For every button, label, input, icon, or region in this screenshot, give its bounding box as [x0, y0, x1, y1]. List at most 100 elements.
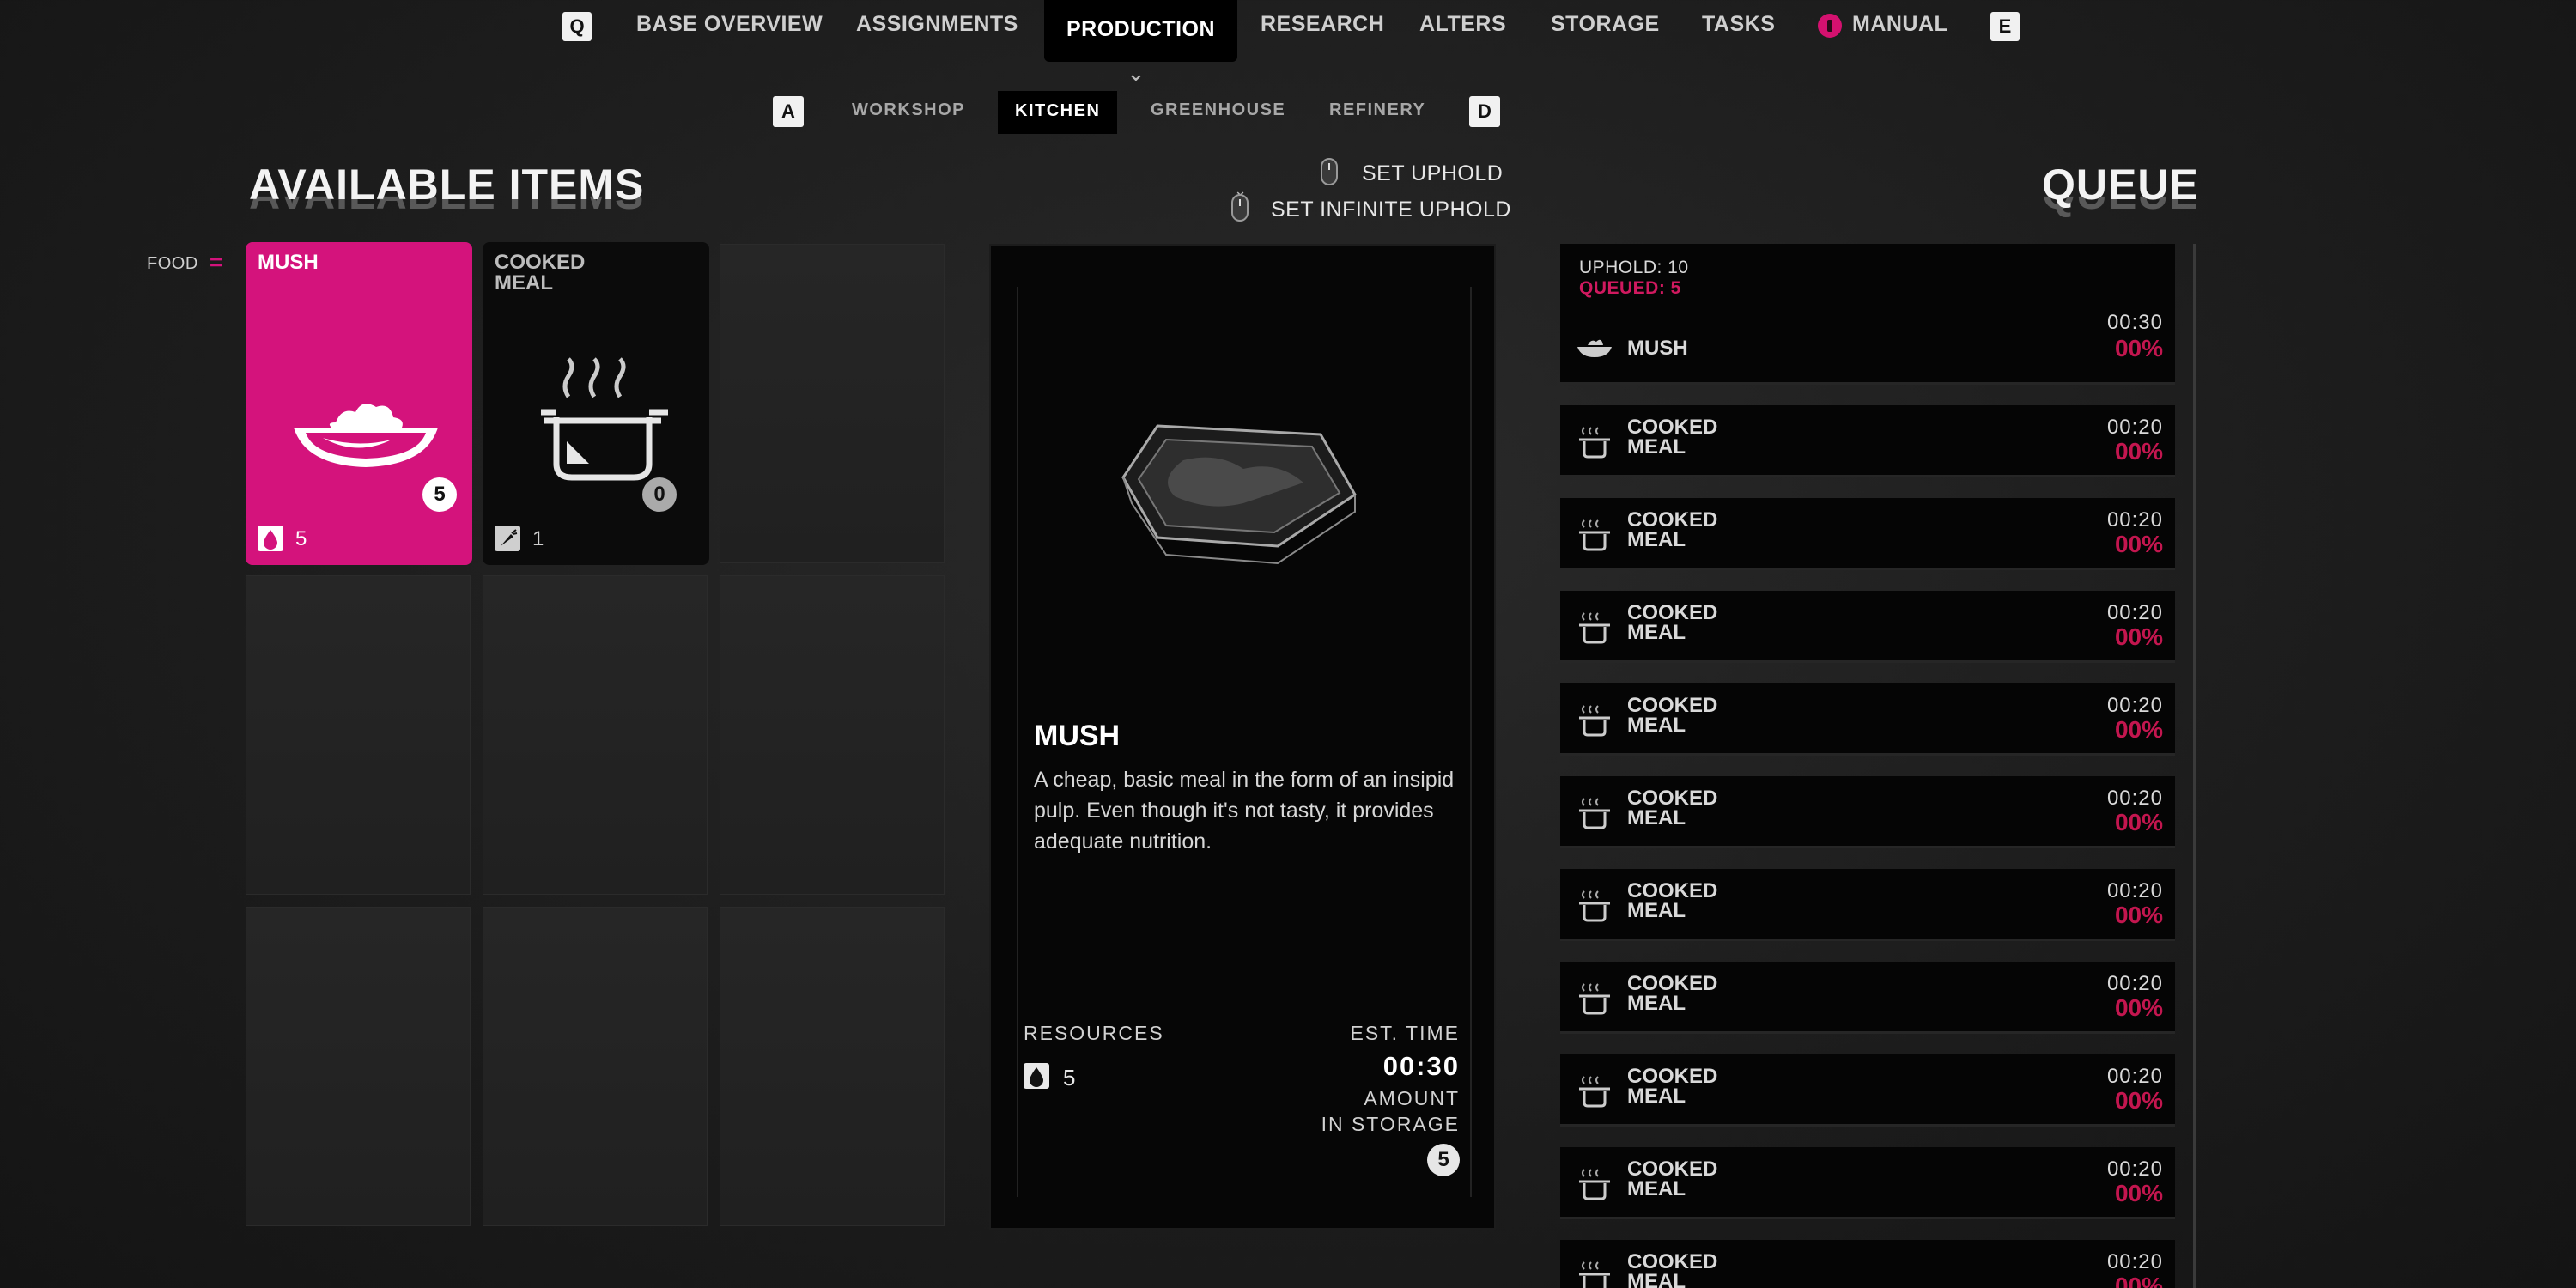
- item-name-line2: MEAL: [495, 271, 553, 295]
- empty-slot: [720, 575, 945, 895]
- set-uphold-hint[interactable]: SET UPHOLD: [1362, 161, 1503, 186]
- queue-item-name-line2: MEAL: [1627, 806, 1686, 829]
- queue-item-name: MUSH: [1627, 337, 1688, 360]
- category-label: FOOD: [147, 254, 198, 273]
- subtab-kitchen[interactable]: KITCHEN: [998, 91, 1118, 134]
- queue-item-name-line2: MEAL: [1627, 899, 1686, 922]
- queue-item-time: 00:20: [2106, 508, 2163, 532]
- queue-row-cooked-meal[interactable]: COOKED MEAL 00:20 00%: [1560, 405, 2175, 477]
- queue-item-name-line2: MEAL: [1627, 1270, 1686, 1288]
- queue-item-time: 00:30: [2106, 311, 2163, 334]
- subtab-refinery[interactable]: REFINERY: [1329, 100, 1425, 120]
- chevron-down-icon: ⌄: [1127, 60, 1145, 86]
- subtab-workshop[interactable]: WORKSHOP: [852, 100, 965, 120]
- available-items-heading: AVAILABLE ITEMS: [249, 161, 645, 209]
- in-storage-count: 0: [642, 477, 677, 512]
- queue-item-time: 00:20: [2106, 694, 2163, 717]
- detail-title: MUSH: [1034, 720, 1121, 752]
- water-drop-icon: [258, 526, 283, 551]
- empty-slot: [483, 907, 708, 1226]
- queue-item-name-line2: MEAL: [1627, 992, 1686, 1015]
- tab-base-overview[interactable]: BASE OVERVIEW: [636, 12, 823, 37]
- queue-item-progress: 00%: [2114, 438, 2163, 465]
- resource-count: 5: [295, 527, 307, 550]
- top-navigation: Q BASE OVERVIEW ASSIGNMENTS PRODUCTION R…: [0, 0, 2576, 86]
- item-card-cooked-meal[interactable]: COOKED MEAL 0 1: [483, 242, 709, 565]
- detail-resource-count: 5: [1063, 1065, 1076, 1091]
- queue-item-name-line1: COOKED: [1627, 1065, 1718, 1088]
- queue-item-name-line1: COOKED: [1627, 787, 1718, 810]
- queue-row-cooked-meal[interactable]: COOKED MEAL 00:20 00%: [1560, 591, 2175, 663]
- tab-storage[interactable]: STORAGE: [1551, 12, 1660, 37]
- queue-row-cooked-meal[interactable]: COOKED MEAL 00:20 00%: [1560, 962, 2175, 1034]
- tab-production[interactable]: PRODUCTION: [1044, 0, 1238, 62]
- category-marker: =: [210, 249, 223, 275]
- queue-item-progress: 00%: [2114, 994, 2163, 1021]
- cooking-pot-icon: [1579, 983, 1610, 1015]
- empty-slot: [720, 907, 945, 1226]
- in-storage-label: IN STORAGE: [1321, 1113, 1460, 1135]
- queue-row-mush[interactable]: UPHOLD: 10 QUEUED: 5 MUSH 00:30 00%: [1560, 244, 2175, 385]
- empty-slot: [720, 244, 945, 563]
- carrot-icon: [495, 526, 520, 551]
- queue-item-name-line2: MEAL: [1627, 1084, 1686, 1108]
- queue-item-name-line2: MEAL: [1627, 714, 1686, 737]
- queue-item-time: 00:20: [2106, 601, 2163, 624]
- tab-alters[interactable]: ALTERS: [1419, 12, 1506, 37]
- amount-label: AMOUNT: [1364, 1087, 1460, 1109]
- queue-item-time: 00:20: [2106, 1157, 2163, 1181]
- set-infinite-uphold-hint[interactable]: SET INFINITE UPHOLD: [1271, 197, 1511, 222]
- queue-item-name-line1: COOKED: [1627, 1157, 1718, 1181]
- subnav-next-key[interactable]: D: [1469, 96, 1500, 127]
- queue-row-cooked-meal[interactable]: COOKED MEAL 00:20 00%: [1560, 869, 2175, 941]
- tab-manual[interactable]: MANUAL: [1852, 12, 1947, 37]
- queue-item-progress: 00%: [2114, 902, 2163, 928]
- queue-item-time: 00:20: [2106, 972, 2163, 995]
- subnav-prev-key[interactable]: A: [773, 96, 804, 127]
- queue-item-time: 00:20: [2106, 1250, 2163, 1273]
- est-time-label: EST. TIME: [1350, 1022, 1460, 1044]
- queue-item-progress: 00%: [2114, 531, 2163, 557]
- subtab-greenhouse[interactable]: GREENHOUSE: [1151, 100, 1285, 120]
- cooking-pot-icon: [1579, 612, 1610, 644]
- queue-row-cooked-meal[interactable]: COOKED MEAL 00:20 00%: [1560, 1147, 2175, 1219]
- queue-item-time: 00:20: [2106, 416, 2163, 439]
- queue-item-name-line2: MEAL: [1627, 1177, 1686, 1200]
- mouse-hold-icon: [1231, 194, 1249, 222]
- nav-next-key[interactable]: E: [1990, 12, 2020, 41]
- queue-item-name-line1: COOKED: [1627, 601, 1718, 624]
- queue-item-progress: 00%: [2114, 623, 2163, 650]
- queue-scrollbar[interactable]: [2193, 244, 2196, 1288]
- queue-row-cooked-meal[interactable]: COOKED MEAL 00:20 00%: [1560, 1054, 2175, 1127]
- cooking-pot-icon: [1579, 890, 1610, 922]
- queue-item-name-line1: COOKED: [1627, 879, 1718, 902]
- queue-row-cooked-meal[interactable]: COOKED MEAL 00:20 00%: [1560, 683, 2175, 756]
- nav-prev-key[interactable]: Q: [562, 12, 592, 41]
- queue-item-name-line1: COOKED: [1627, 416, 1718, 439]
- item-name: MUSH: [258, 251, 319, 274]
- empty-slot: [246, 907, 471, 1226]
- queue-item-time: 00:20: [2106, 787, 2163, 810]
- tab-tasks[interactable]: TASKS: [1702, 12, 1775, 37]
- est-time-value: 00:30: [1382, 1051, 1460, 1081]
- queue-item-name-line2: MEAL: [1627, 528, 1686, 551]
- tab-assignments[interactable]: ASSIGNMENTS: [856, 12, 1018, 37]
- queue-row-cooked-meal[interactable]: COOKED MEAL 00:20 00%: [1560, 1240, 2175, 1288]
- bowl-of-mush-icon: [1577, 339, 1612, 357]
- item-name-line1: COOKED: [495, 251, 586, 274]
- cooking-pot-icon: [1579, 705, 1610, 737]
- queue-row-cooked-meal[interactable]: COOKED MEAL 00:20 00%: [1560, 776, 2175, 848]
- amount-in-storage-badge: 5: [1427, 1144, 1460, 1176]
- cooking-pot-icon: [1579, 1169, 1610, 1200]
- queue-item-name-line1: COOKED: [1627, 972, 1718, 995]
- queue-item-name-line1: COOKED: [1627, 694, 1718, 717]
- detail-description: A cheap, basic meal in the form of an in…: [1034, 768, 1455, 854]
- bowl-of-mush-icon: [294, 404, 438, 467]
- empty-slot: [246, 575, 471, 895]
- queue-item-name-line1: COOKED: [1627, 508, 1718, 532]
- item-card-mush[interactable]: MUSH 5 5: [246, 242, 472, 565]
- tab-research[interactable]: RESEARCH: [1261, 12, 1384, 37]
- queue-item-progress: 00%: [2114, 1087, 2163, 1114]
- queue-row-cooked-meal[interactable]: COOKED MEAL 00:20 00%: [1560, 498, 2175, 570]
- empty-slot: [483, 575, 708, 895]
